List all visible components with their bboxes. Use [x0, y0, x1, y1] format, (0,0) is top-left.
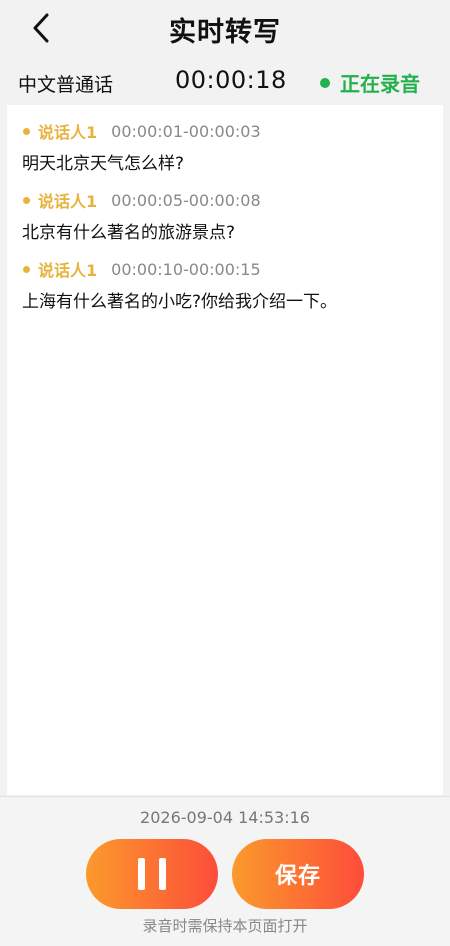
transcript-text: 北京有什么著名的旅游景点?	[22, 223, 236, 243]
speaker-label: 说话人1	[38, 261, 98, 280]
entry-meta: 说话人1 00:00:10-00:00:15	[7, 258, 443, 280]
status-row: 中文普通话 00:00:18 正在录音	[0, 62, 450, 102]
transcript-entry: 说话人1 00:00:01-00:00:03 明天北京天气怎么样?	[7, 120, 443, 175]
recording-datetime: 2026-09-04 14:53:16	[140, 808, 310, 827]
transcript-text: 明天北京天气怎么样?	[22, 154, 185, 174]
pause-button[interactable]	[86, 839, 218, 909]
control-footer: 2026-09-04 14:53:16 保存 录音时需保持本页面打开	[0, 796, 450, 946]
recording-timer: 00:00:18	[175, 66, 287, 94]
header-bar: 实时转写	[0, 0, 450, 56]
speaker-label: 说话人1	[38, 192, 98, 211]
recording-status-label: 正在录音	[340, 72, 420, 96]
pause-icon	[138, 858, 166, 890]
keep-page-open-hint: 录音时需保持本页面打开	[142, 917, 308, 935]
time-range: 00:00:01-00:00:03	[111, 121, 261, 141]
language-selector[interactable]: 中文普通话	[18, 70, 113, 97]
transcript-panel[interactable]: 说话人1 00:00:01-00:00:03 明天北京天气怎么样? 说话人1 0…	[7, 105, 443, 795]
speaker-dot-icon	[23, 265, 30, 273]
speaker-dot-icon	[23, 127, 30, 135]
save-button[interactable]: 保存	[232, 839, 364, 909]
speaker-label: 说话人1	[38, 123, 98, 142]
time-range: 00:00:05-00:00:08	[111, 190, 261, 210]
speaker-dot-icon	[23, 196, 30, 204]
entry-meta: 说话人1 00:00:01-00:00:03	[7, 120, 443, 142]
transcript-entry: 说话人1 00:00:10-00:00:15 上海有什么著名的小吃?你给我介绍一…	[7, 258, 443, 313]
entry-meta: 说话人1 00:00:05-00:00:08	[7, 189, 443, 211]
recording-status: 正在录音	[320, 68, 420, 97]
page-title: 实时转写	[169, 17, 281, 48]
recording-dot-icon	[320, 77, 330, 88]
transcript-entry: 说话人1 00:00:05-00:00:08 北京有什么著名的旅游景点?	[7, 189, 443, 244]
time-range: 00:00:10-00:00:15	[111, 259, 261, 279]
transcript-text: 上海有什么著名的小吃?你给我介绍一下。	[22, 292, 338, 312]
